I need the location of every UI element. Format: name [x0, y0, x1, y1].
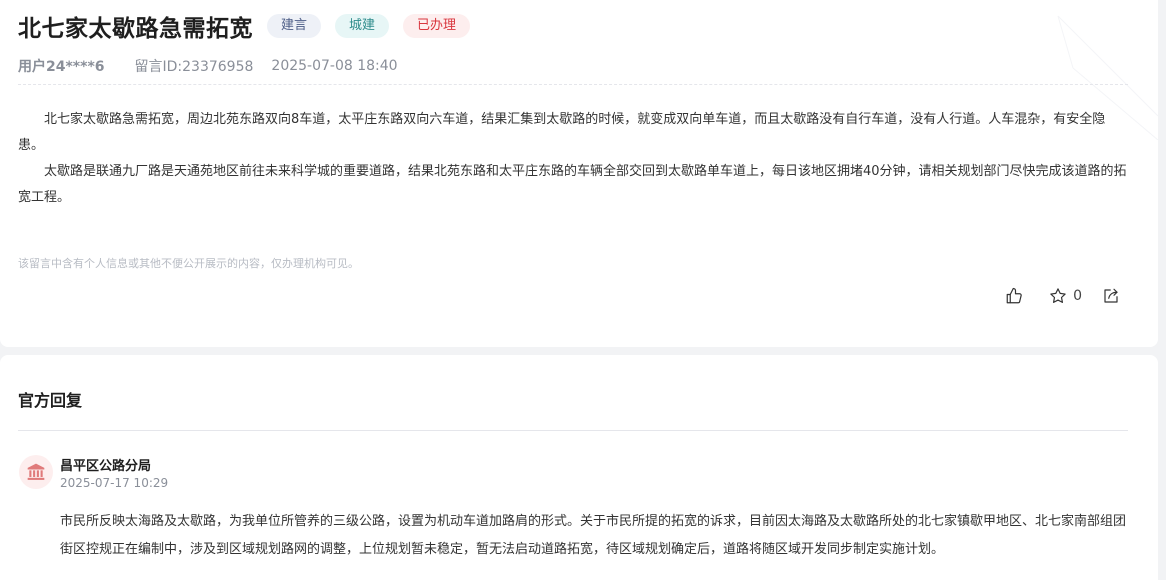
message-id: 留言ID:23376958 — [134, 59, 254, 75]
reply-org-name: 昌平区公路分局 — [60, 459, 152, 474]
share-icon — [1104, 288, 1118, 303]
post-datetime: 2025-07-08 18:40 — [271, 58, 398, 74]
message-card: 北七家太歇路急需拓宽 建言 城建 已办理 用户24****6 留言ID:2337… — [0, 0, 1158, 347]
tag-domain: 城建 — [335, 14, 390, 38]
post-content: 北七家太歇路急需拓宽，周边北苑东路双向8车道，太平庄东路双向六车道，结果汇集到太… — [18, 107, 1128, 211]
favorite-button[interactable]: 0 — [1049, 287, 1082, 305]
post-actions: 0 — [1005, 286, 1120, 306]
star-icon — [1050, 288, 1066, 303]
status-badge: 已办理 — [403, 14, 471, 38]
title-row: 北七家太歇路急需拓宽 建言 城建 已办理 — [18, 10, 484, 42]
page-title: 北七家太歇路急需拓宽 — [18, 16, 253, 42]
share-button[interactable] — [1102, 287, 1120, 305]
avatar — [19, 455, 53, 489]
like-button[interactable] — [1005, 287, 1023, 305]
divider — [18, 430, 1128, 431]
post-meta: 用户24****6 留言ID:23376958 2025-07-08 18:40 — [18, 57, 398, 75]
divider — [18, 84, 1128, 85]
reply-datetime: 2025-07-17 10:29 — [60, 476, 169, 490]
favorite-count: 0 — [1073, 288, 1082, 304]
reply-section-title: 官方回复 — [18, 391, 83, 410]
post-paragraph: 北七家太歇路急需拓宽，周边北苑东路双向8车道，太平庄东路双向六车道，结果汇集到太… — [18, 112, 1106, 153]
post-author: 用户24****6 — [18, 59, 105, 75]
post-paragraph: 太歇路是联通九厂路是天通苑地区前往未来科学城的重要道路，结果北苑东路和太平庄东路… — [18, 164, 1127, 205]
government-building-icon — [27, 463, 45, 480]
privacy-note: 该留言中含有个人信息或其他不便公开展示的内容，仅办理机构可见。 — [18, 257, 359, 270]
tag-category: 建言 — [267, 14, 322, 38]
thumbs-up-icon — [1006, 287, 1022, 304]
reply-content: 市民所反映太海路及太歇路，为我单位所管养的三级公路，设置为机动车道加路肩的形式。… — [60, 514, 1127, 557]
